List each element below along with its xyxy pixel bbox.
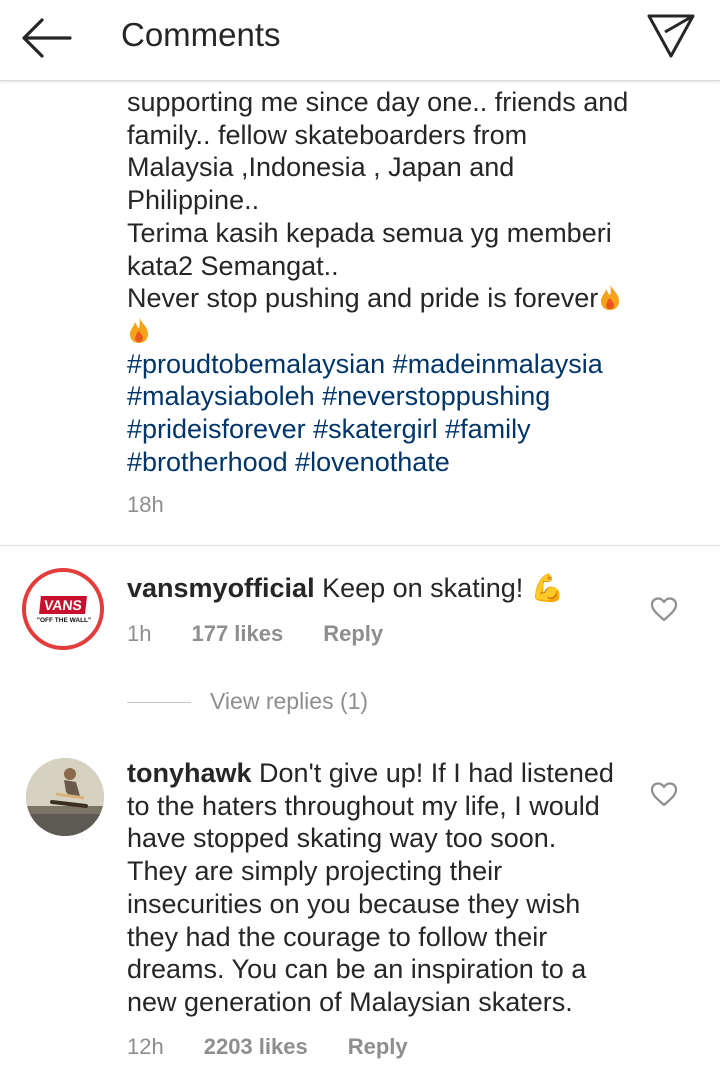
hashtag-line[interactable]: #prideisforever #skatergirl #family	[127, 413, 667, 446]
share-button[interactable]	[645, 10, 697, 60]
back-button[interactable]	[18, 14, 74, 62]
caption-line: kata2 Semangat..	[127, 250, 339, 281]
comment-body: tonyhawk Don't give up! If I had listene…	[127, 757, 614, 1019]
fire-icon	[601, 284, 620, 311]
reply-button[interactable]: Reply	[323, 621, 383, 647]
heart-icon[interactable]	[650, 781, 678, 807]
vans-tagline: "OFF THE WALL"	[36, 617, 92, 624]
comment-line: new generation of Malaysian skaters.	[127, 986, 573, 1017]
comment-text: Keep on skating!	[322, 573, 524, 603]
arrow-left-icon	[22, 18, 72, 58]
caption-line: family.. fellow skateboarders from	[127, 119, 528, 150]
caption-line: Malaysia ,Indonesia , Japan and	[127, 152, 515, 183]
comment-username[interactable]: vansmyofficial	[127, 573, 315, 603]
caption-divider	[0, 545, 720, 546]
hashtag-line[interactable]: #proudtobemalaysian #madeinmalaysia	[127, 348, 667, 381]
comment-likes[interactable]: 2203 likes	[204, 1034, 308, 1060]
comment-time: 1h	[127, 621, 152, 646]
caption-line: Terima kasih kepada semua yg memberi	[127, 217, 612, 248]
comment-time: 12h	[127, 1034, 164, 1059]
paper-plane-icon	[647, 14, 695, 58]
comment-username[interactable]: tonyhawk	[127, 758, 252, 788]
comment-meta: 12h 2203 likes Reply	[127, 1034, 408, 1060]
caption-timestamp: 18h	[127, 492, 164, 517]
view-replies-divider	[127, 702, 191, 703]
view-replies-label: View replies (1)	[210, 688, 369, 714]
post-caption: supporting me since day one.. friends an…	[127, 86, 667, 478]
fire-icon	[130, 316, 148, 343]
heart-icon[interactable]	[650, 596, 678, 622]
hashtag-line[interactable]: #malaysiaboleh #neverstoppushing	[127, 380, 667, 413]
flexed-biceps-emoji: 💪	[530, 573, 565, 603]
page-title: Comments	[121, 16, 281, 53]
caption-line: Never stop pushing and pride is forever	[127, 282, 667, 315]
comment-line: to the haters throughout my life, I woul…	[127, 790, 600, 821]
comment-line: they had the courage to follow their	[127, 921, 548, 952]
caption-line: Philippine..	[127, 185, 260, 216]
hashtag-line[interactable]: #brotherhood #lovenothate	[127, 446, 667, 479]
comment-text: Don't give up! If I had listened	[259, 758, 614, 788]
reply-button[interactable]: Reply	[348, 1034, 408, 1060]
vans-logo: VANS	[39, 596, 87, 614]
caption-last-line-text: Never stop pushing and pride is forever	[127, 283, 599, 314]
comment-line: They are simply projecting their	[127, 856, 503, 887]
avatar-tonyhawk[interactable]	[26, 758, 104, 836]
comment-body: vansmyofficial Keep on skating! 💪	[127, 572, 564, 605]
comment-line: insecurities on you because they wish	[127, 888, 581, 919]
caption-line	[127, 315, 667, 348]
avatar-vansmyofficial[interactable]: VANS "OFF THE WALL"	[22, 568, 104, 650]
caption-line: supporting me since day one.. friends an…	[127, 87, 629, 117]
comment-line: have stopped skating way too soon.	[127, 823, 557, 854]
comment-likes[interactable]: 177 likes	[191, 621, 283, 647]
top-bar: Comments	[0, 0, 720, 81]
comment-meta: 1h 177 likes Reply	[127, 621, 383, 647]
comment-line: dreams. You can be an inspiration to a	[127, 954, 587, 985]
